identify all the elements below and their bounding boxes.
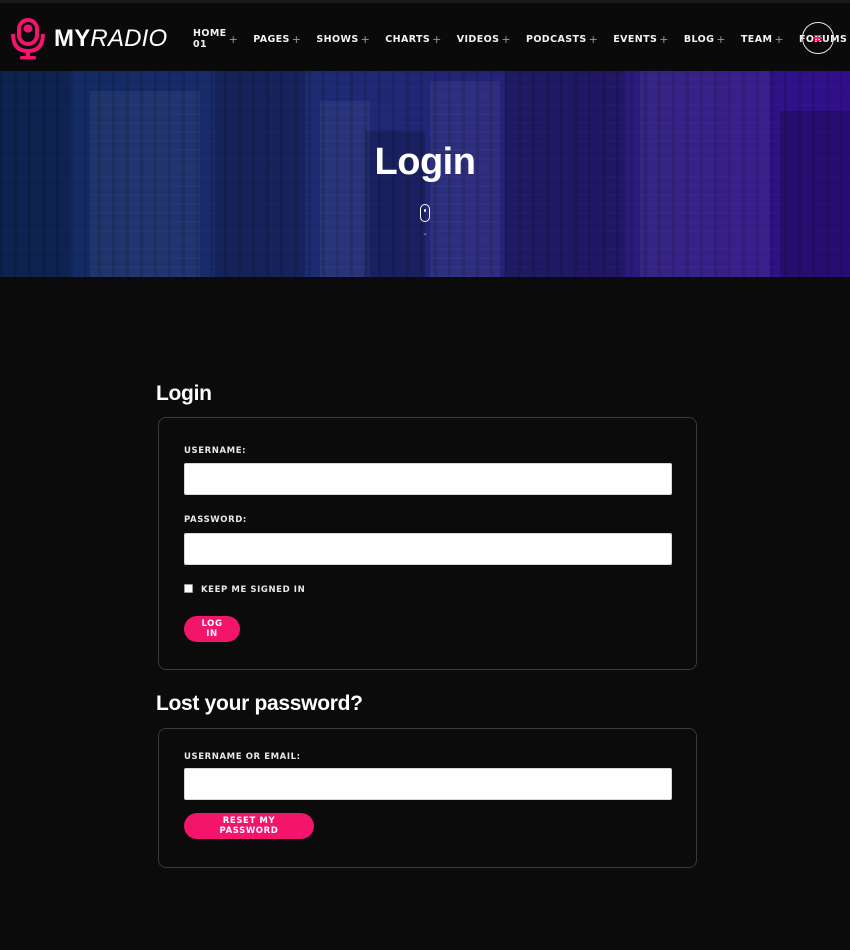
username-label: USERNAME: <box>184 446 247 456</box>
plus-icon: + <box>774 32 784 46</box>
nav-item-charts[interactable]: CHARTS + <box>385 31 442 47</box>
chevron-down-icon: ⌄ <box>422 230 428 237</box>
plus-icon: + <box>588 32 599 46</box>
password-field[interactable] <box>184 533 672 565</box>
login-form: USERNAME: PASSWORD: KEEP ME SIGNED IN LO… <box>158 417 697 670</box>
hamburger-menu-icon <box>814 35 822 41</box>
site-header: MYRADIO HOME 01 + PAGES + SHOWS + CHARTS + V… <box>0 0 850 71</box>
site-logo[interactable]: MYRADIO <box>10 17 167 61</box>
main-nav: HOME 01 + PAGES + SHOWS + CHARTS + VIDEOS + P… <box>193 28 850 50</box>
password-label: PASSWORD: <box>184 515 247 525</box>
username-field[interactable] <box>184 463 672 495</box>
nav-item-pages[interactable]: PAGES + <box>253 31 301 47</box>
reset-password-button[interactable]: RESET MY PASSWORD <box>184 813 314 839</box>
plus-icon: + <box>716 32 726 46</box>
hamburger-menu-button[interactable] <box>802 22 834 54</box>
keep-signed-in-label[interactable]: KEEP ME SIGNED IN <box>201 585 305 595</box>
page-title: Login <box>374 141 476 183</box>
nav-item-team[interactable]: TEAM + <box>741 31 784 47</box>
logo-text-bold: MY <box>54 25 91 52</box>
nav-label: PODCASTS <box>525 33 587 45</box>
nav-item-home[interactable]: HOME 01 + <box>193 28 239 50</box>
nav-item-videos[interactable]: VIDEOS + <box>457 31 511 47</box>
keep-signed-in-checkbox[interactable] <box>184 584 193 593</box>
nav-label: VIDEOS <box>456 33 500 45</box>
nav-label: BLOG <box>683 33 715 45</box>
lost-password-heading: Lost your password? <box>156 692 363 715</box>
nav-label: EVENTS <box>613 33 658 45</box>
nav-item-blog[interactable]: BLOG + <box>684 31 726 47</box>
log-in-button[interactable]: LOG IN <box>184 616 240 642</box>
plus-icon: + <box>501 32 511 46</box>
mouse-scroll-icon[interactable] <box>420 204 430 222</box>
nav-label: SHOWS <box>316 33 359 45</box>
nav-item-shows[interactable]: SHOWS + <box>316 31 370 47</box>
nav-label: CHARTS <box>385 33 431 45</box>
nav-label: PAGES <box>253 33 290 45</box>
microphone-icon <box>11 18 45 60</box>
plus-icon: + <box>659 32 669 46</box>
username-or-email-label: USERNAME OR EMAIL: <box>184 752 301 762</box>
login-heading: Login <box>156 382 212 405</box>
logo-wordmark: MYRADIO <box>54 27 167 51</box>
nav-item-podcasts[interactable]: PODCASTS + <box>526 31 598 47</box>
nav-label: HOME 01 <box>193 28 227 50</box>
plus-icon: + <box>432 32 442 46</box>
username-or-email-field[interactable] <box>184 768 672 800</box>
nav-item-events[interactable]: EVENTS + <box>613 31 669 47</box>
plus-icon: + <box>360 32 371 46</box>
lost-password-form: USERNAME OR EMAIL: RESET MY PASSWORD <box>158 728 697 868</box>
nav-label: TEAM <box>740 33 773 45</box>
plus-icon: + <box>291 32 302 46</box>
plus-icon: + <box>228 32 239 46</box>
logo-text-light: RADIO <box>90 25 168 52</box>
